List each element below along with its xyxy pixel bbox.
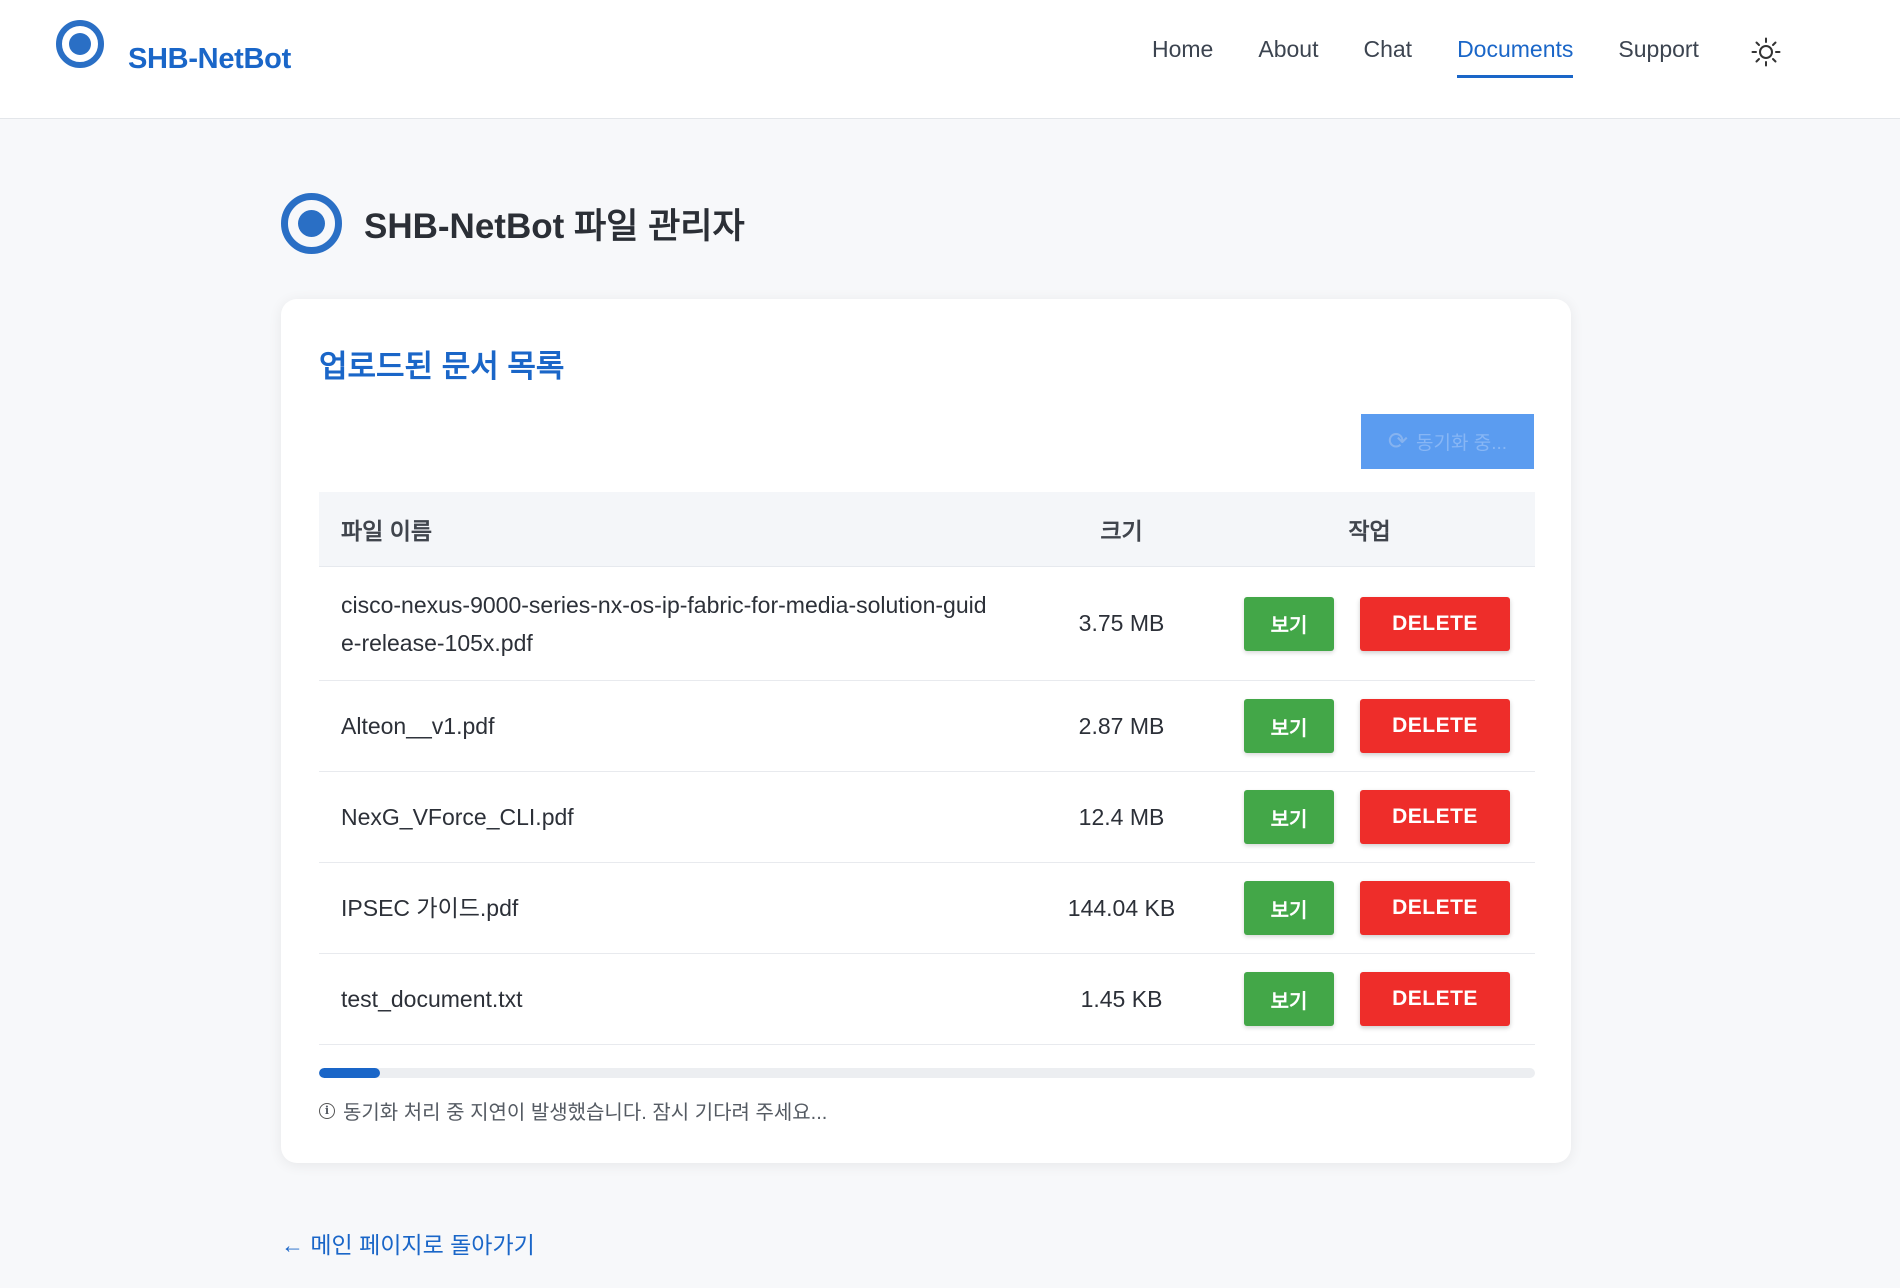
header-file-name: 파일 이름	[341, 518, 433, 544]
table-row: Alteon__v1.pdf 2.87 MB 보기 DELETE	[319, 681, 1535, 772]
view-button[interactable]: 보기	[1244, 596, 1334, 651]
file-name: NexG_VForce_CLI.pdf	[341, 804, 574, 830]
table-row: IPSEC 가이드.pdf 144.04 KB 보기 DELETE	[319, 863, 1535, 954]
file-size: 1.45 KB	[1080, 985, 1163, 1012]
table-row: NexG_VForce_CLI.pdf 12.4 MB 보기 DELETE	[319, 772, 1535, 863]
navbar: SHB-NetBot Home About Chat Documents Sup…	[0, 0, 1900, 119]
nav-chat[interactable]: Chat	[1363, 36, 1412, 78]
sync-button-label: 동기화 중...	[1416, 433, 1508, 454]
nav-about[interactable]: About	[1258, 36, 1318, 78]
brand-logo-icon	[56, 20, 104, 68]
row-actions: 보기 DELETE	[1204, 596, 1535, 651]
sync-status-note: i 동기화 처리 중 지연이 발생했습니다. 잠시 기다려 주세요...	[319, 1096, 827, 1125]
brand[interactable]: SHB-NetBot	[56, 20, 291, 75]
row-actions: 보기 DELETE	[1204, 881, 1535, 935]
card-title: 업로드된 문서 목록	[319, 349, 565, 384]
view-button[interactable]: 보기	[1244, 790, 1334, 844]
view-button[interactable]: 보기	[1244, 699, 1334, 753]
view-button[interactable]: 보기	[1244, 881, 1334, 935]
sync-status-text: 동기화 처리 중 지연이 발생했습니다. 잠시 기다려 주세요...	[343, 1102, 828, 1124]
theme-toggle-button[interactable]	[1748, 34, 1784, 70]
row-actions: 보기 DELETE	[1204, 790, 1535, 844]
view-button[interactable]: 보기	[1244, 972, 1334, 1026]
nav-documents[interactable]: Documents	[1457, 36, 1574, 78]
file-name: IPSEC 가이드.pdf	[341, 895, 519, 921]
page-title: SHB-NetBot 파일 관리자	[364, 207, 745, 246]
sync-button[interactable]: ⟳ 동기화 중...	[1361, 414, 1534, 469]
header-size: 크기	[1100, 518, 1143, 544]
delete-button[interactable]: DELETE	[1360, 699, 1510, 753]
file-name: Alteon__v1.pdf	[341, 713, 495, 739]
page-header: SHB-NetBot 파일 관리자	[281, 193, 745, 254]
row-actions: 보기 DELETE	[1204, 972, 1535, 1026]
delete-button[interactable]: DELETE	[1360, 972, 1510, 1026]
main-nav: Home About Chat Documents Support	[1152, 36, 1744, 78]
table-row: cisco-nexus-9000-series-nx-os-ip-fabric-…	[319, 567, 1535, 681]
documents-table: 파일 이름 크기 작업 cisco-nexus-9000-series-nx-o…	[319, 492, 1535, 1045]
info-icon: i	[319, 1102, 335, 1119]
documents-card: 업로드된 문서 목록 ⟳ 동기화 중... 파일 이름 크기 작업 cisco-…	[281, 299, 1571, 1163]
row-actions: 보기 DELETE	[1204, 699, 1535, 753]
delete-button[interactable]: DELETE	[1360, 881, 1510, 935]
back-to-main-link[interactable]: ← 메인 페이지로 돌아가기	[281, 1226, 535, 1260]
delete-button[interactable]: DELETE	[1360, 790, 1510, 844]
sync-progress-fill	[319, 1068, 380, 1078]
brand-name[interactable]: SHB-NetBot	[128, 43, 291, 76]
table-header: 파일 이름 크기 작업	[319, 492, 1535, 567]
sync-progress-bar	[319, 1068, 1535, 1078]
file-size: 12.4 MB	[1078, 803, 1165, 830]
file-size: 2.87 MB	[1078, 712, 1165, 739]
header-actions: 작업	[1348, 518, 1391, 544]
file-size: 144.04 KB	[1067, 894, 1176, 921]
refresh-icon: ⟳	[1387, 428, 1409, 455]
file-name: test_document.txt	[341, 986, 523, 1012]
file-size: 3.75 MB	[1078, 610, 1165, 636]
delete-button[interactable]: DELETE	[1360, 596, 1510, 651]
nav-home[interactable]: Home	[1152, 36, 1213, 78]
nav-support[interactable]: Support	[1618, 36, 1699, 78]
page-logo-icon	[281, 193, 342, 254]
file-name: cisco-nexus-9000-series-nx-os-ip-fabric-…	[341, 591, 987, 656]
table-row: test_document.txt 1.45 KB 보기 DELETE	[319, 954, 1535, 1045]
sun-icon	[1751, 37, 1781, 67]
